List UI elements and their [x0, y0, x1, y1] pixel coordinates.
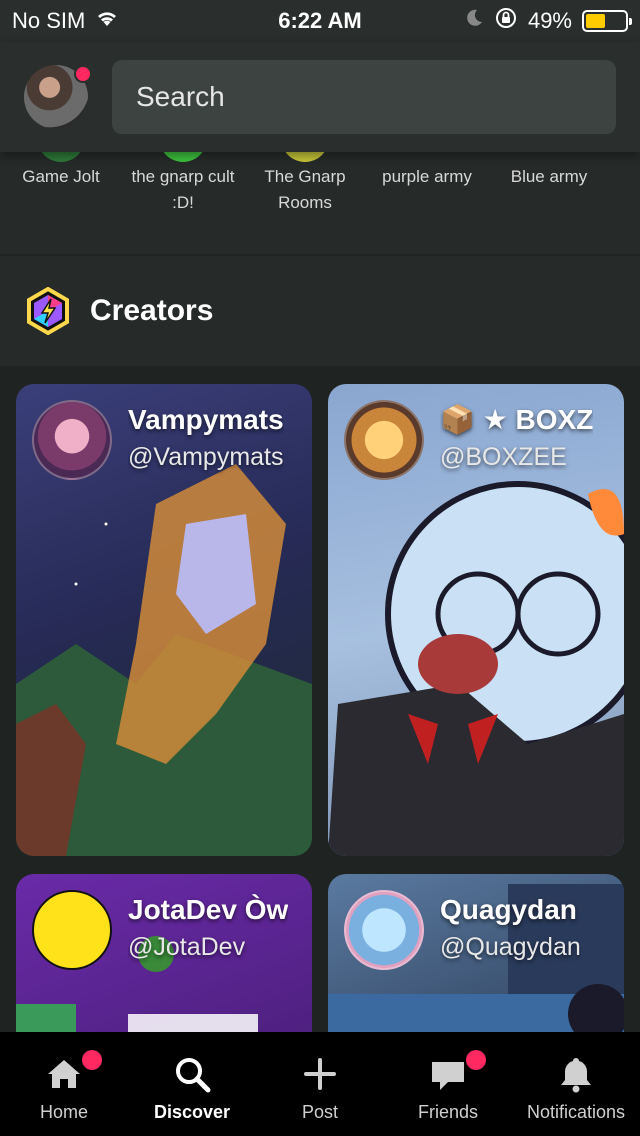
card-text: JotaDev Òw @JotaDev — [128, 890, 288, 970]
wifi-icon — [95, 8, 119, 34]
card-text: Quagydan @Quagydan — [440, 890, 581, 970]
creators-header: Creators — [0, 256, 640, 366]
bottom-nav: Home Discover Post Friends Notifications — [0, 1032, 640, 1136]
chat-icon — [432, 1062, 464, 1090]
carrier-label: No SIM — [12, 8, 86, 33]
creator-card-boxzee[interactable]: 📦 ★ BOXZ @BOXZEE — [328, 384, 624, 856]
bell-icon — [561, 1058, 591, 1093]
nav-label: Discover — [153, 1102, 231, 1122]
creator-name: 📦 ★ BOXZ — [440, 404, 594, 435]
status-bar: No SIM 6:22 AM 49% — [0, 0, 640, 42]
nav-discover[interactable]: Discover — [128, 1032, 256, 1136]
status-left: No SIM — [12, 8, 464, 34]
creator-card-quagydan[interactable]: Quagydan @Quagydan — [328, 874, 624, 1032]
card-header: Vampymats @Vampymats — [32, 400, 312, 480]
search-bar[interactable] — [112, 60, 616, 134]
plus-icon — [304, 1058, 336, 1090]
friends-badge — [466, 1050, 486, 1070]
creators-hex-icon — [27, 287, 69, 335]
community-label: Blue army — [510, 167, 588, 186]
community-label: purple army — [382, 167, 472, 186]
community-label: the gnarp cult :D! — [131, 167, 235, 212]
app-header — [0, 42, 640, 152]
creator-avatar — [344, 400, 424, 480]
search-icon — [176, 1058, 211, 1093]
card-header: JotaDev Òw @JotaDev — [32, 890, 312, 970]
creator-handle: @BOXZEE — [440, 443, 567, 471]
community-purple-army[interactable]: purple army — [366, 152, 488, 254]
nav-label: Friends — [417, 1102, 479, 1122]
creator-card-vampymats[interactable]: Vampymats @Vampymats — [16, 384, 312, 856]
creator-handle: @Quagydan — [440, 933, 581, 961]
creator-handle: @JotaDev — [128, 933, 246, 961]
community-game-jolt[interactable]: Game Jolt — [0, 114, 122, 254]
nav-home[interactable]: Home — [0, 1032, 128, 1136]
nav-friends[interactable]: Friends — [384, 1032, 512, 1136]
community-label: Game Jolt — [22, 167, 100, 186]
nav-label: Notifications — [526, 1102, 626, 1122]
nav-label: Home — [39, 1102, 88, 1122]
card-header: 📦 ★ BOXZ @BOXZEE — [344, 400, 624, 480]
communities-row: Game Jolt the gnarp cult :D! The Gnarp R… — [0, 114, 640, 254]
creator-card-jotadev[interactable]: JotaDev Òw @JotaDev — [16, 874, 312, 1032]
creator-avatar — [32, 890, 112, 970]
community-blue-army[interactable]: Blue army — [488, 152, 610, 254]
nav-post[interactable]: Post — [256, 1032, 384, 1136]
creator-handle: @Vampymats — [128, 443, 284, 471]
search-input[interactable] — [136, 81, 592, 113]
card-text: 📦 ★ BOXZ @BOXZEE — [440, 400, 593, 480]
community-label: The Gnarp Rooms — [264, 167, 346, 212]
community-gnarp-cult[interactable]: the gnarp cult :D! — [122, 114, 244, 254]
status-right: 49% — [464, 6, 632, 36]
notification-dot — [74, 65, 92, 83]
user-avatar[interactable] — [24, 65, 92, 129]
home-icon — [48, 1060, 80, 1088]
card-text: Vampymats @Vampymats — [128, 400, 284, 480]
card-header: Quagydan @Quagydan — [344, 890, 624, 970]
creator-cards: Vampymats @Vampymats 📦 ★ BOXZ @BOXZEE Jo… — [0, 366, 640, 1032]
community-gnarp-rooms[interactable]: The Gnarp Rooms — [244, 114, 366, 254]
battery-percent: 49% — [527, 8, 572, 33]
home-badge — [82, 1050, 102, 1070]
rotation-lock-icon — [494, 6, 518, 36]
moon-icon — [464, 8, 484, 34]
creator-name: JotaDev Òw — [128, 894, 289, 925]
battery-icon — [582, 10, 632, 32]
nav-notifications[interactable]: Notifications — [512, 1032, 640, 1136]
creators-title: Creators — [90, 294, 214, 327]
creator-avatar — [32, 400, 112, 480]
nav-label: Post — [301, 1102, 339, 1122]
creator-name: Quagydan — [440, 894, 577, 925]
battery-level — [586, 14, 605, 28]
creator-name: Vampymats — [128, 404, 284, 435]
creator-avatar — [344, 890, 424, 970]
